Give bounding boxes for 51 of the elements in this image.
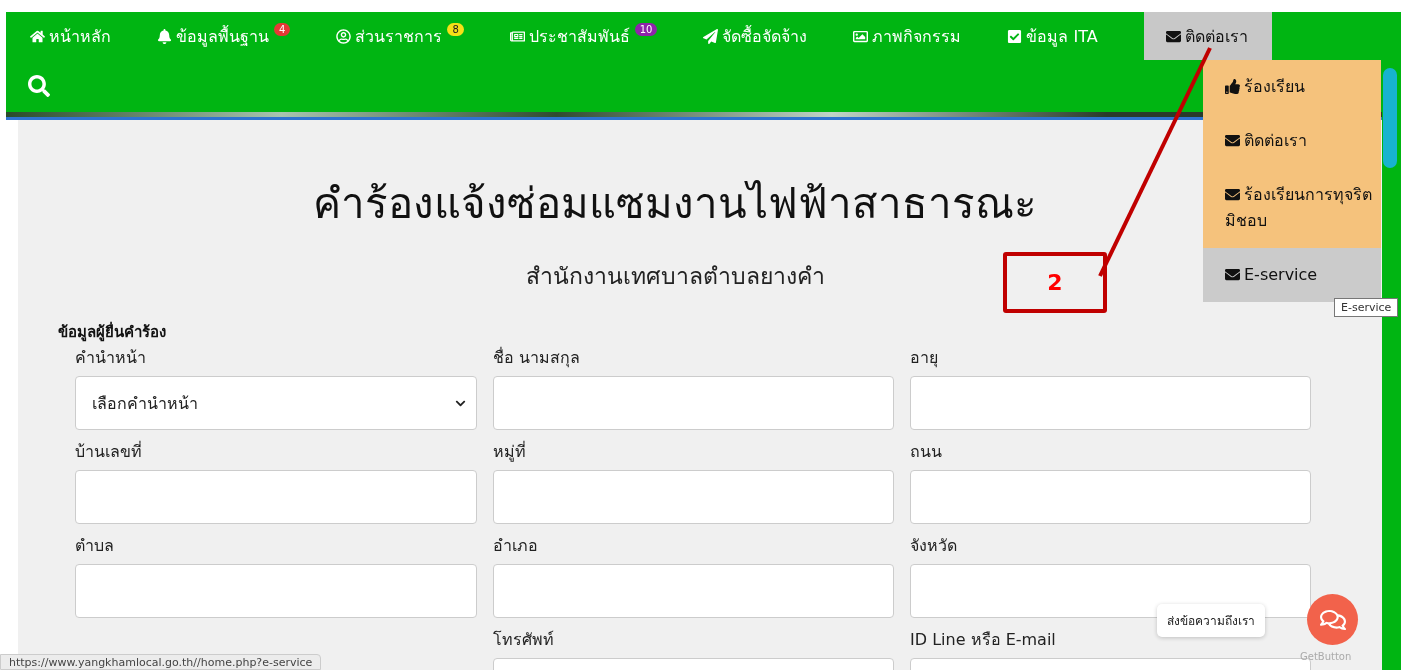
menu-item[interactable]: ติดต่อเรา (1203, 114, 1381, 168)
field-label: บ้านเลขที่ (75, 440, 143, 463)
annotation-box: 2 (1003, 252, 1107, 313)
chat-bubble: ส่งข้อความถึงเรา (1157, 604, 1265, 637)
nav-link[interactable]: ประชาสัมพันธ์ 10 (509, 12, 658, 60)
tooltip: E-service (1334, 298, 1399, 317)
thumbs-up-icon (1225, 79, 1240, 94)
nav-link[interactable]: ส่วนราชการ 8 (336, 12, 464, 60)
field-label: จังหวัด (910, 535, 958, 557)
input-field[interactable] (910, 470, 1311, 524)
bell-icon (157, 28, 172, 44)
scrollbar-thumb[interactable] (1383, 68, 1397, 168)
count-badge: 10 (634, 22, 658, 36)
field-label: อำเภอ (493, 535, 539, 557)
field-label: หมู่ที่ (493, 440, 527, 464)
image-icon (853, 28, 869, 44)
field-label: ตำบล (75, 535, 115, 557)
select-field[interactable]: เลือกคำนำหน้า (75, 376, 477, 430)
input-field[interactable] (910, 376, 1311, 430)
field-label: ID Line หรือ E-mail (910, 629, 1057, 651)
nav-link[interactable]: ข้อมูลพื้นฐาน 4 (157, 12, 291, 60)
form-title: คำร้องแจ้งซ่อมแซมงานไฟฟ้าสาธารณะ (313, 178, 1037, 230)
envelope-icon (1225, 133, 1240, 148)
checkbox-icon (1007, 28, 1023, 44)
envelope-icon (1225, 187, 1240, 202)
field-label: ชื่อ นามสกุล (493, 346, 582, 370)
home-icon (30, 28, 45, 44)
menu-item[interactable]: E-service (1203, 248, 1381, 302)
input-field[interactable] (493, 376, 894, 430)
envelope-icon (1225, 267, 1240, 282)
input-field[interactable] (493, 564, 894, 618)
field-label: คำนำหน้า (75, 347, 147, 369)
brand-label: GetButton (1300, 651, 1352, 662)
user-icon (336, 28, 352, 44)
input-field[interactable] (493, 470, 894, 524)
paper-plane-icon (703, 28, 719, 44)
input-field[interactable] (75, 564, 477, 618)
section-heading: ข้อมูลผู้ยื่นคำร้อง (58, 320, 167, 344)
status-bar: https://www.yangkhamlocal.go.th//home.php?e-service (0, 654, 322, 670)
field-label: ถนน (910, 441, 943, 463)
envelope-icon (1165, 28, 1181, 44)
field-label: อายุ (910, 347, 939, 370)
count-badge: 4 (274, 22, 291, 36)
nav-link[interactable]: ติดต่อเรา (1143, 12, 1272, 60)
input-field[interactable] (75, 470, 477, 524)
count-badge: 8 (447, 22, 464, 36)
menu-item[interactable]: ร้องเรียน (1203, 60, 1381, 114)
search-icon[interactable] (28, 75, 50, 97)
menu-item[interactable]: ร้องเรียนการทุจริต มิชอบ (1203, 168, 1381, 248)
form-subtitle: สำนักงานเทศบาลตำบลยางคำ (525, 262, 825, 291)
field-label: โทรศัพท์ (493, 629, 555, 651)
